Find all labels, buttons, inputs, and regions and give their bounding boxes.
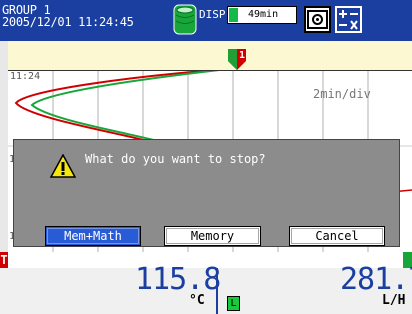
memory-button[interactable]: Memory	[164, 226, 261, 246]
disp-label: DISP	[199, 8, 226, 21]
time-per-division: 2min/div	[313, 87, 371, 101]
channel-tag: L	[227, 296, 240, 311]
memory-remaining-text: 49min	[248, 9, 279, 20]
marker-number: 1	[239, 50, 246, 61]
storage-drive-icon	[173, 4, 197, 35]
cancel-button[interactable]: Cancel	[289, 226, 385, 246]
status-tag: T	[0, 252, 8, 268]
stop-dialog: What do you want to stop? Mem+Math Memor…	[13, 139, 400, 247]
math-icon[interactable]	[335, 6, 362, 33]
warning-icon	[50, 154, 76, 178]
group-info: GROUP 1 2005/12/01 11:24:45	[2, 4, 134, 28]
reading-unit-2: L/H	[382, 293, 406, 308]
readings-divider	[216, 268, 218, 314]
marker-flag-shade	[228, 49, 237, 70]
trend-line-red	[14, 71, 216, 142]
time-label: 11:24	[10, 71, 41, 82]
reading-unit-1: °C	[189, 293, 205, 308]
dialog-question: What do you want to stop?	[85, 152, 266, 166]
trend-line-green	[30, 71, 220, 142]
memory-remaining: 49min	[227, 6, 297, 24]
date-time: 2005/12/01 11:24:45	[2, 15, 134, 29]
memory-bar	[229, 8, 238, 22]
marker-strip: 1	[8, 41, 412, 70]
reading-value-2: 281.7	[340, 262, 412, 297]
mem-math-button[interactable]: Mem+Math	[45, 226, 141, 246]
display-mode-icon[interactable]	[304, 6, 331, 33]
reading-value-1: 115.8	[135, 262, 221, 297]
status-header: GROUP 1 2005/12/01 11:24:45 DISP 49min	[0, 0, 412, 41]
